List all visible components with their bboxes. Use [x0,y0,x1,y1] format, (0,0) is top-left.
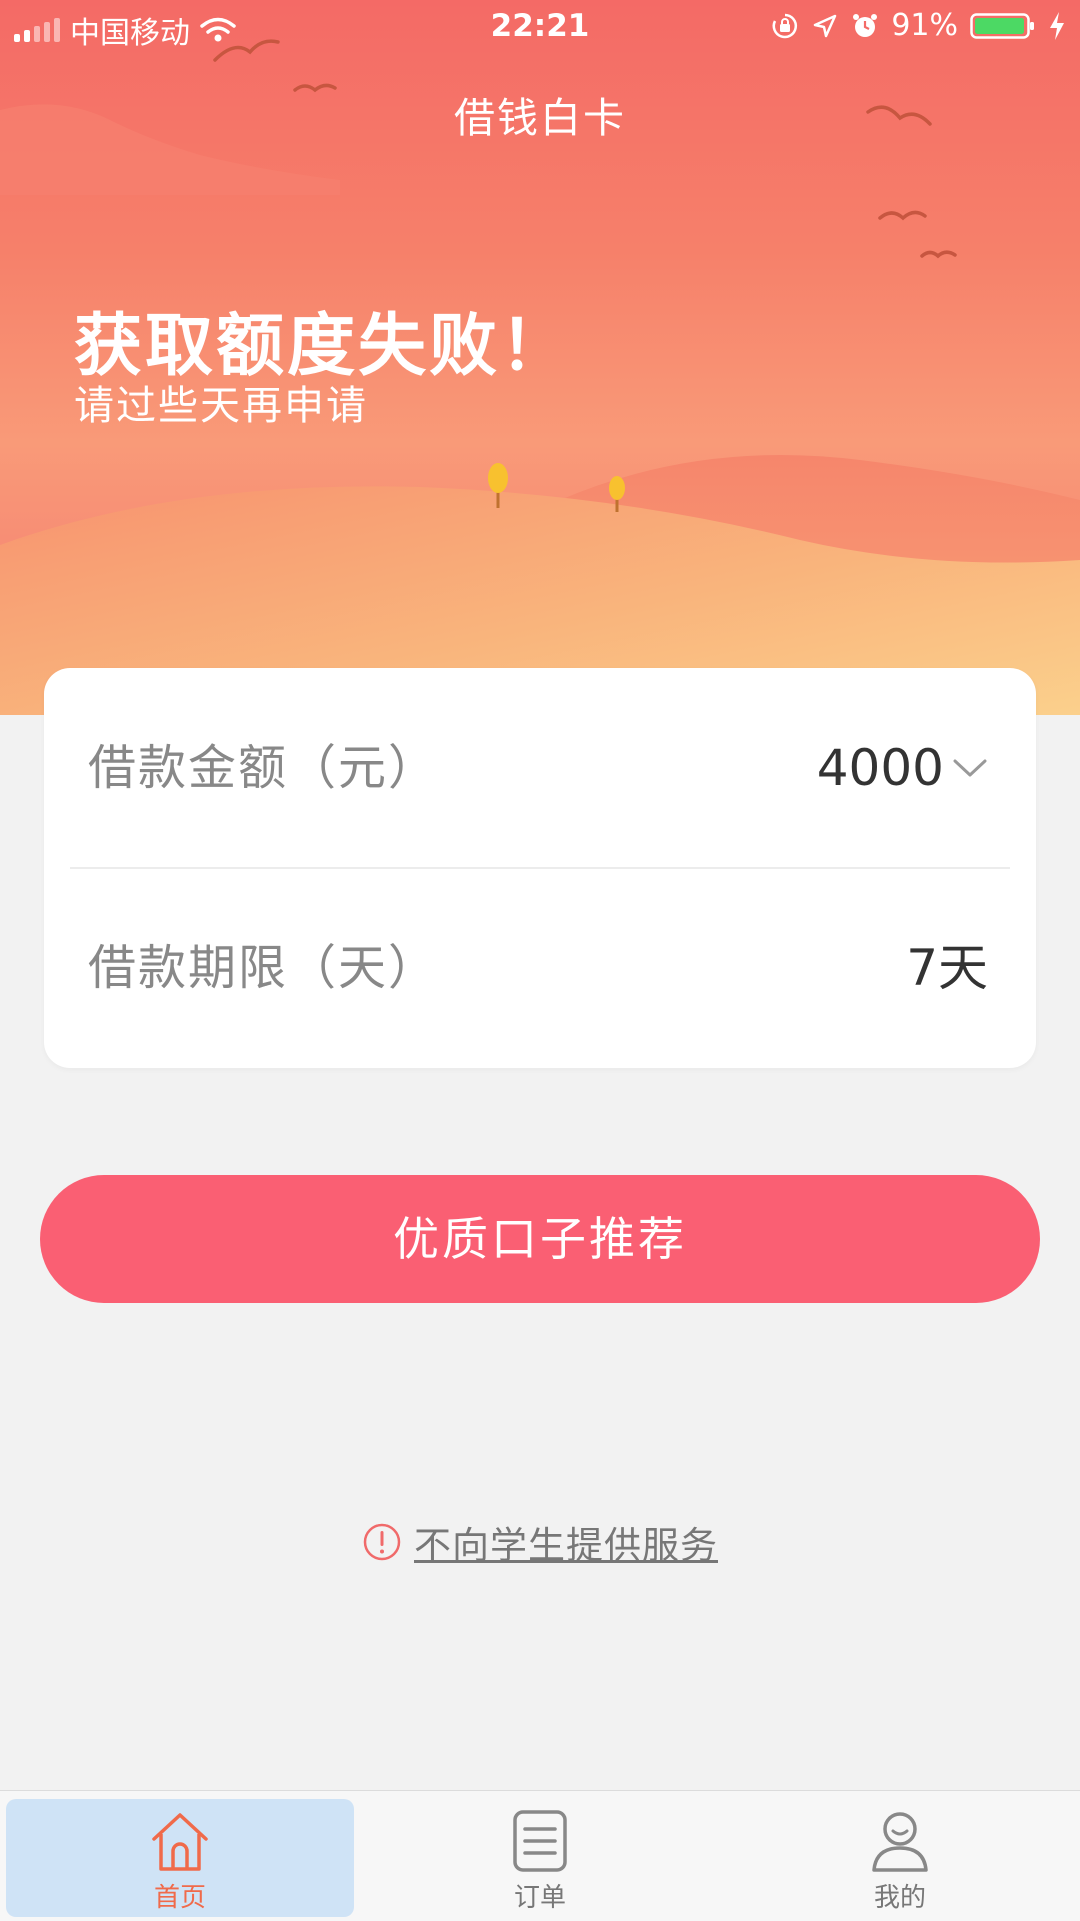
warning-circle-icon [363,1523,401,1561]
status-bar: 中国移动 22:21 91% [0,0,1080,54]
rotation-lock-icon [772,13,798,38]
loan-amount-value: 4000 [816,739,944,797]
loan-amount-selector[interactable]: 借款金额（元） 4000 [44,668,1036,868]
student-notice-link[interactable]: 不向学生提供服务 [414,1515,718,1569]
loan-term-value: 7天 [906,939,988,997]
bottom-tab-bar: 首页 订单 我的 [0,1790,1080,1921]
page-title: 借钱白卡 [454,94,626,142]
chevron-down-icon[interactable] [952,754,988,782]
tab-home[interactable]: 首页 [0,1791,360,1921]
tab-profile-label: 我的 [873,1883,926,1913]
tab-orders-label: 订单 [513,1883,566,1913]
battery-percentage: 91% [891,8,958,43]
tab-orders[interactable]: 订单 [360,1791,720,1921]
failure-subline: 请过些天再申请 [74,383,368,429]
home-icon [152,1813,208,1871]
loan-form-card: 借款金额（元） 4000 借款期限（天） 7天 [44,668,1036,1068]
battery-icon [970,12,1034,39]
tab-home-label: 首页 [153,1883,206,1913]
location-arrow-icon [814,14,837,37]
student-notice[interactable]: 不向学生提供服务 [0,1515,1080,1569]
loan-amount-label: 借款金额（元） [88,740,439,796]
charging-bolt-icon [1050,11,1064,40]
tab-profile[interactable]: 我的 [720,1791,1080,1921]
hero-banner: 中国移动 22:21 91% 借钱白卡 获取额度失败！ 请过些天再申请 [0,0,1080,715]
user-profile-icon [872,1812,928,1872]
alarm-clock-icon [853,13,878,37]
loan-term-row: 借款期限（天） 7天 [44,868,1036,1068]
recommend-button[interactable]: 优质口子推荐 [40,1175,1040,1303]
order-list-icon [513,1810,567,1872]
loan-term-label: 借款期限（天） [88,940,439,996]
birds-illustration [213,39,957,259]
